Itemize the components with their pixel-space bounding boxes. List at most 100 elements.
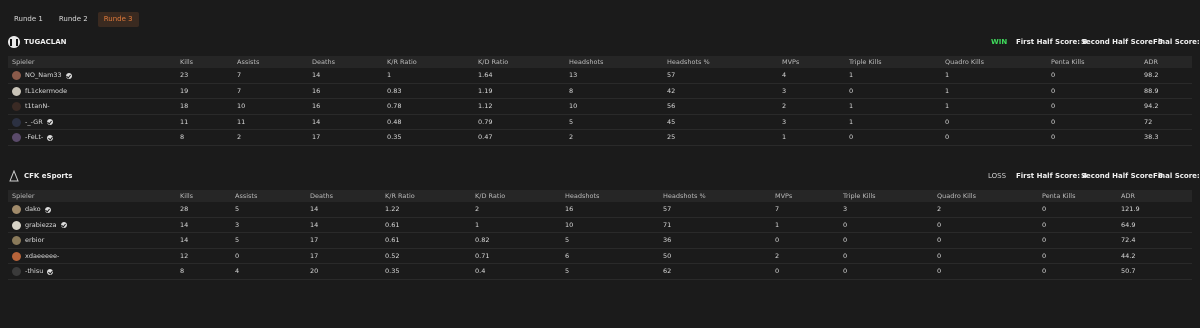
- stat-cell: 5: [565, 267, 570, 275]
- team-name: TUGACLAN: [24, 38, 67, 46]
- column-header[interactable]: Headshots: [565, 190, 599, 202]
- tab-round-3[interactable]: Runde 3: [97, 12, 139, 27]
- column-header[interactable]: Assists: [237, 56, 259, 68]
- player-cell[interactable]: fL1ckermode: [12, 84, 67, 99]
- stat-cell: 3: [843, 205, 848, 213]
- column-header[interactable]: K/D Ratio: [478, 56, 508, 68]
- player-name[interactable]: grabiezza: [25, 218, 57, 233]
- first-half-score: First Half Score: 4: [1016, 172, 1088, 180]
- column-header[interactable]: Kills: [180, 56, 193, 68]
- player-cell[interactable]: t1tanN-: [12, 99, 50, 114]
- stat-cell: 72: [1144, 117, 1153, 126]
- stat-cell: 10: [569, 102, 578, 110]
- player-name[interactable]: -FeLt-: [25, 130, 43, 145]
- player-cell[interactable]: -thisu: [12, 264, 54, 279]
- stat-cell: 14: [180, 220, 189, 229]
- player-cell[interactable]: erbior: [12, 233, 44, 248]
- player-cell[interactable]: dako: [12, 202, 51, 217]
- final-score: Final Score: 10: [1153, 172, 1200, 180]
- player-name[interactable]: dako: [25, 202, 41, 217]
- team-section: TUGACLAN WIN First Half Score: 8 Second Hal…: [8, 36, 1200, 146]
- column-header[interactable]: Triple Kills: [849, 56, 882, 68]
- column-header[interactable]: Deaths: [310, 190, 333, 202]
- column-header[interactable]: K/R Ratio: [385, 190, 415, 202]
- player-name[interactable]: -thisu: [25, 264, 43, 279]
- stat-cell: 71: [663, 220, 672, 229]
- player-cell[interactable]: NO_Nam33: [12, 68, 72, 83]
- stat-cell: 14: [312, 71, 321, 79]
- player-name[interactable]: erbior: [25, 233, 44, 248]
- column-header[interactable]: Assists: [235, 190, 257, 202]
- player-cell[interactable]: -_-GR: [12, 115, 53, 130]
- stat-cell: 94.2: [1144, 102, 1159, 110]
- column-header[interactable]: Quadro Kills: [937, 190, 976, 202]
- stat-cell: 7: [775, 205, 780, 213]
- player-cell[interactable]: -FeLt-: [12, 130, 54, 145]
- stat-cell: 0.82: [475, 236, 490, 244]
- stat-cell: 16: [565, 205, 574, 213]
- stat-cell: 0.83: [387, 86, 402, 95]
- stat-cell: 3: [782, 86, 787, 95]
- stat-cell: 2: [775, 251, 780, 260]
- table-row: NO_Nam33 23 7 14 1 1.64 13 57 4 1 1 0 98.2: [8, 68, 1192, 84]
- table-header-row: Spieler Kills Assists Deaths K/R Ratio K/D Ra…: [8, 56, 1192, 68]
- stat-cell: 38.3: [1144, 133, 1159, 141]
- column-header[interactable]: K/D Ratio: [475, 190, 505, 202]
- stat-cell: 0: [937, 267, 942, 275]
- column-header[interactable]: K/R Ratio: [387, 56, 417, 68]
- stat-cell: 2: [782, 102, 787, 110]
- stat-cell: 8: [180, 133, 185, 141]
- column-header[interactable]: Headshots %: [667, 56, 710, 68]
- tab-round-1[interactable]: Runde 1: [8, 12, 49, 27]
- column-header[interactable]: Kills: [180, 190, 193, 202]
- stat-cell: 57: [667, 71, 676, 79]
- column-header[interactable]: Spieler: [12, 190, 35, 202]
- stat-cell: 0.61: [385, 220, 400, 229]
- column-header[interactable]: Penta Kills: [1042, 190, 1075, 202]
- stat-cell: 62: [663, 267, 672, 275]
- stat-cell: 8: [569, 86, 574, 95]
- stat-cell: 0: [843, 236, 848, 244]
- column-header[interactable]: ADR: [1121, 190, 1135, 202]
- stat-cell: 0: [1042, 205, 1047, 213]
- column-header[interactable]: Quadro Kills: [945, 56, 984, 68]
- match-result-badge: LOSS: [988, 172, 1007, 180]
- team-section: CFK eSports LOSS First Half Score: 4 Second…: [8, 170, 1200, 280]
- stat-cell: 0: [1042, 267, 1047, 275]
- table-row: -_-GR 11 11 14 0.48 0.79 5 45 3 1 0 0 72: [8, 115, 1192, 130]
- player-name[interactable]: NO_Nam33: [25, 68, 62, 83]
- column-header[interactable]: Deaths: [312, 56, 335, 68]
- stat-cell: 0.35: [387, 133, 402, 141]
- column-header[interactable]: ADR: [1144, 56, 1158, 68]
- stat-cell: 0: [945, 133, 950, 141]
- column-header[interactable]: Triple Kills: [843, 190, 876, 202]
- stat-cell: 17: [312, 133, 321, 141]
- tab-round-2[interactable]: Runde 2: [53, 12, 94, 27]
- stat-cell: 1: [775, 220, 780, 229]
- player-stats-table: Spieler Kills Assists Deaths K/R Ratio K/D Ra…: [8, 56, 1192, 146]
- team-logo-icon: [8, 36, 20, 48]
- avatar: [12, 117, 21, 127]
- player-name[interactable]: t1tanN-: [25, 99, 50, 114]
- stat-cell: 14: [180, 236, 189, 244]
- player-cell[interactable]: xdaeeeee-: [12, 249, 59, 264]
- stat-cell: 10: [565, 220, 574, 229]
- stat-cell: 14: [312, 117, 321, 126]
- stat-cell: 57: [663, 205, 672, 213]
- column-header[interactable]: MVPs: [782, 56, 799, 68]
- column-header[interactable]: MVPs: [775, 190, 792, 202]
- column-header[interactable]: Headshots: [569, 56, 603, 68]
- player-name[interactable]: -_-GR: [25, 115, 43, 130]
- player-name[interactable]: xdaeeeee-: [25, 249, 59, 264]
- stat-cell: 2: [237, 133, 242, 141]
- player-name[interactable]: fL1ckermode: [25, 84, 67, 99]
- stat-cell: 50.7: [1121, 267, 1136, 275]
- stat-cell: 0: [849, 133, 854, 141]
- stat-cell: 0: [1051, 102, 1056, 110]
- player-cell[interactable]: grabiezza: [12, 218, 67, 233]
- stat-cell: 0: [775, 267, 780, 275]
- column-header[interactable]: Headshots %: [663, 190, 706, 202]
- column-header[interactable]: Spieler: [12, 56, 35, 68]
- match-stats-page: Runde 1 Runde 2 Runde 3 TUGACLAN WIN First…: [0, 0, 1200, 328]
- column-header[interactable]: Penta Kills: [1051, 56, 1084, 68]
